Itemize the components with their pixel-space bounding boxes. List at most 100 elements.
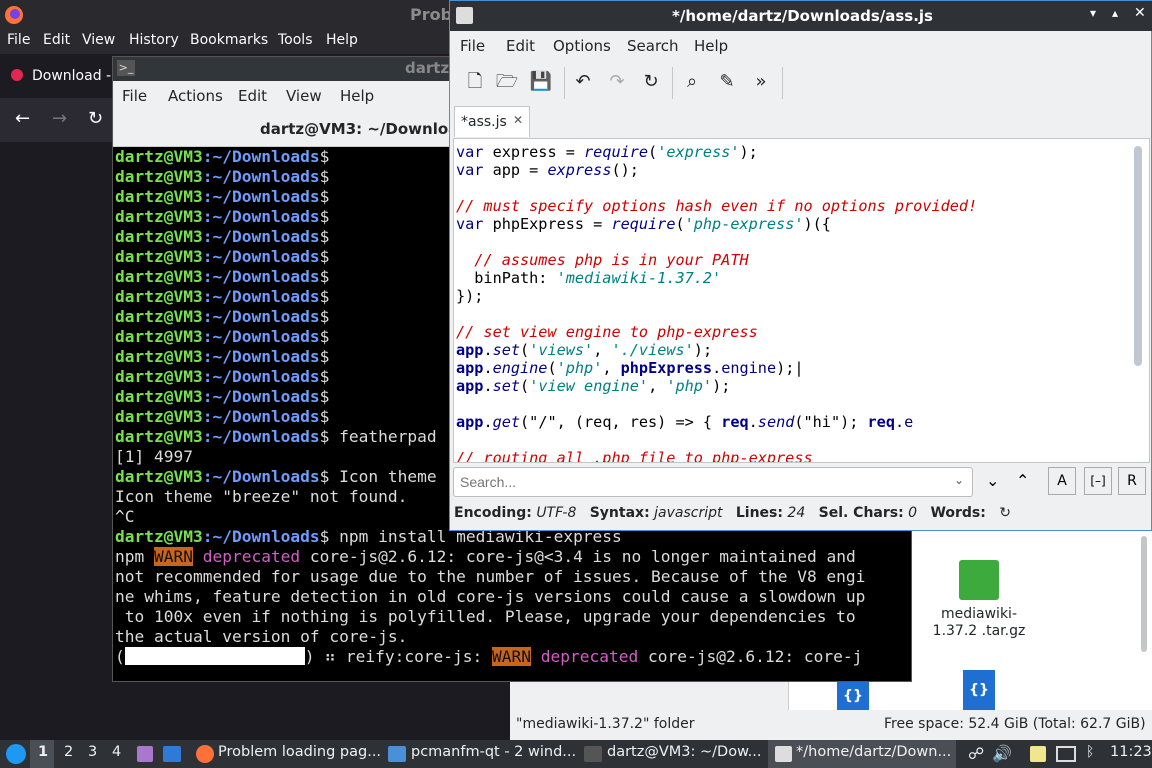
editor-menubar: File Edit Options Search Help [450,31,1152,59]
editor-window: */home/dartz/Downloads/ass.js ▾ ▴ ✕ File… [449,0,1152,531]
fm-status-folder: "mediawiki-1.37.2" folder [516,716,695,732]
more-icon[interactable]: » [748,69,774,95]
tab-close-icon[interactable]: ✕ [513,113,523,127]
monitor-icon[interactable] [1056,746,1076,762]
editor-titlebar: */home/dartz/Downloads/ass.js ▾ ▴ ✕ [450,1,1152,31]
workspace-3[interactable]: 3 [88,744,97,760]
clock[interactable]: 11:23 [1110,744,1152,760]
minimize-icon[interactable]: ▾ [1090,6,1096,20]
tab-label: *ass.js [461,114,507,130]
terminal-title: dartz [405,59,450,77]
ff-menu-edit[interactable]: Edit [43,32,70,48]
forward-icon[interactable]: → [52,108,67,129]
firefox-menubar: File Edit View History Bookmarks Tools H… [0,30,450,54]
clipboard-icon[interactable] [1030,746,1046,762]
task-terminal[interactable]: dartz@VM3: ~/Dow... [607,744,761,760]
file-label[interactable]: mediawiki-1.37.2 .tar.gz [919,606,1039,640]
open-file-icon[interactable]: 🗁 [494,69,520,95]
volume-icon[interactable]: 🔊 [992,744,1012,763]
toolbar-separator [782,67,783,99]
ed-menu-edit[interactable]: Edit [506,37,535,55]
terminal-icon: >_ [117,60,135,76]
reload-icon[interactable]: ↻ [88,108,103,129]
archive-icon[interactable] [959,560,999,600]
back-icon[interactable]: ← [15,108,30,129]
new-file-icon[interactable]: 🗋 [462,69,488,95]
whole-word-icon[interactable]: [–] [1084,467,1112,495]
network-icon[interactable]: ☍ [968,744,984,763]
close-icon[interactable]: ✕ [1134,5,1146,21]
match-case-icon[interactable]: A [1048,467,1076,495]
folder-task-icon [388,746,406,762]
ff-menu-file[interactable]: File [7,32,30,48]
terminal-line: the actual version of core-js. [115,627,408,646]
firefox-tab[interactable]: Download - [0,56,112,98]
ff-menu-bookmarks[interactable]: Bookmarks [190,32,268,48]
workspace-2[interactable]: 2 [64,744,73,760]
terminal-line: npm WARN deprecated core-js@2.6.12: core… [115,547,856,566]
task-pcmanfm[interactable]: pcmanfm-qt - 2 wind... [411,744,576,760]
term-menu-help[interactable]: Help [340,87,374,105]
find-next-icon[interactable]: ⌄ [986,471,999,490]
taskbar: 1 2 3 4 Problem loading pag... pcmanfm-q… [0,740,1152,768]
term-menu-view[interactable]: View [286,87,322,105]
toolbar-separator [564,67,565,99]
ed-menu-options[interactable]: Options [553,37,611,55]
fm-statusbar: "mediawiki-1.37.2" folder Free space: 52… [510,710,1152,740]
task-featherpad[interactable]: */home/dartz/Down... [796,744,951,760]
file-manager-launcher-icon[interactable] [163,746,181,762]
terminal-line: () ⠶ reify:core-js: WARN deprecated core… [115,647,863,666]
ff-menu-history[interactable]: History [129,32,179,48]
ed-menu-file[interactable]: File [460,37,485,55]
toolbar-separator [672,67,673,99]
replace-icon[interactable]: ✎ [714,69,740,95]
fm-status-free: Free space: 52.4 GiB (Total: 62.7 GiB) [884,716,1146,732]
terminal-line: not recommended for usage due to the num… [115,567,866,586]
ed-menu-search[interactable]: Search [627,37,679,55]
editor-scrollbar[interactable] [1134,146,1142,366]
save-icon[interactable]: 💾 [528,69,554,95]
regex-icon[interactable]: R [1118,467,1146,495]
workspace-1[interactable]: 1 [38,744,48,760]
ff-menu-view[interactable]: View [82,32,115,48]
find-icon[interactable]: ⌕ [679,69,705,95]
featherpad-icon [456,7,473,24]
firefox-navbar: ← → ↻ [0,98,112,142]
firefox-title: Prob [410,5,453,24]
json-file-icon[interactable]: {} [963,670,995,710]
show-desktop-icon[interactable] [137,746,153,762]
editor-toolbar: 🗋 🗁 💾 ↶ ↷ ↻ ⌕ ✎ » [450,59,1152,105]
term-menu-edit[interactable]: Edit [238,87,267,105]
term-menu-actions[interactable]: Actions [168,87,223,105]
error-icon [11,69,23,81]
file-view-scrollbar[interactable] [1141,536,1147,652]
term-menu-file[interactable]: File [122,87,147,105]
reload-icon[interactable]: ↻ [638,69,664,95]
find-previous-icon[interactable]: ⌃ [1016,471,1029,490]
editor-statusbar: Encoding: UTF-8 Syntax: javascript Lines… [454,505,1011,521]
search-input[interactable] [453,467,973,497]
tab-ass-js[interactable]: *ass.js ✕ [454,106,530,137]
workspace-4[interactable]: 4 [112,744,121,760]
search-dropdown-icon[interactable]: ⌄ [954,473,964,487]
featherpad-task-icon [775,746,792,762]
terminal-task-icon [584,746,602,762]
code-text[interactable]: var express = require('express'); var ap… [456,143,977,462]
bluetooth-icon[interactable]: ᛒ [1086,744,1094,760]
ff-menu-help[interactable]: Help [326,32,358,48]
ed-menu-help[interactable]: Help [694,37,728,55]
progress-bar [124,647,305,665]
code-editor[interactable]: var express = require('express'); var ap… [453,138,1150,463]
firefox-icon [5,6,23,24]
task-firefox[interactable]: Problem loading pag... [218,744,381,760]
refresh-words-icon[interactable]: ↻ [999,505,1011,521]
ff-tab-label: Download - [32,68,112,84]
terminal-line: to 100x even if nothing is polyfilled. P… [115,607,856,626]
maximize-icon[interactable]: ▴ [1112,6,1118,20]
undo-icon[interactable]: ↶ [570,69,596,95]
editor-title: */home/dartz/Downloads/ass.js [672,7,933,25]
redo-icon[interactable]: ↷ [604,69,630,95]
start-menu-icon[interactable] [6,744,26,764]
js-file-icon[interactable]: {} [837,682,869,710]
ff-menu-tools[interactable]: Tools [278,32,313,48]
